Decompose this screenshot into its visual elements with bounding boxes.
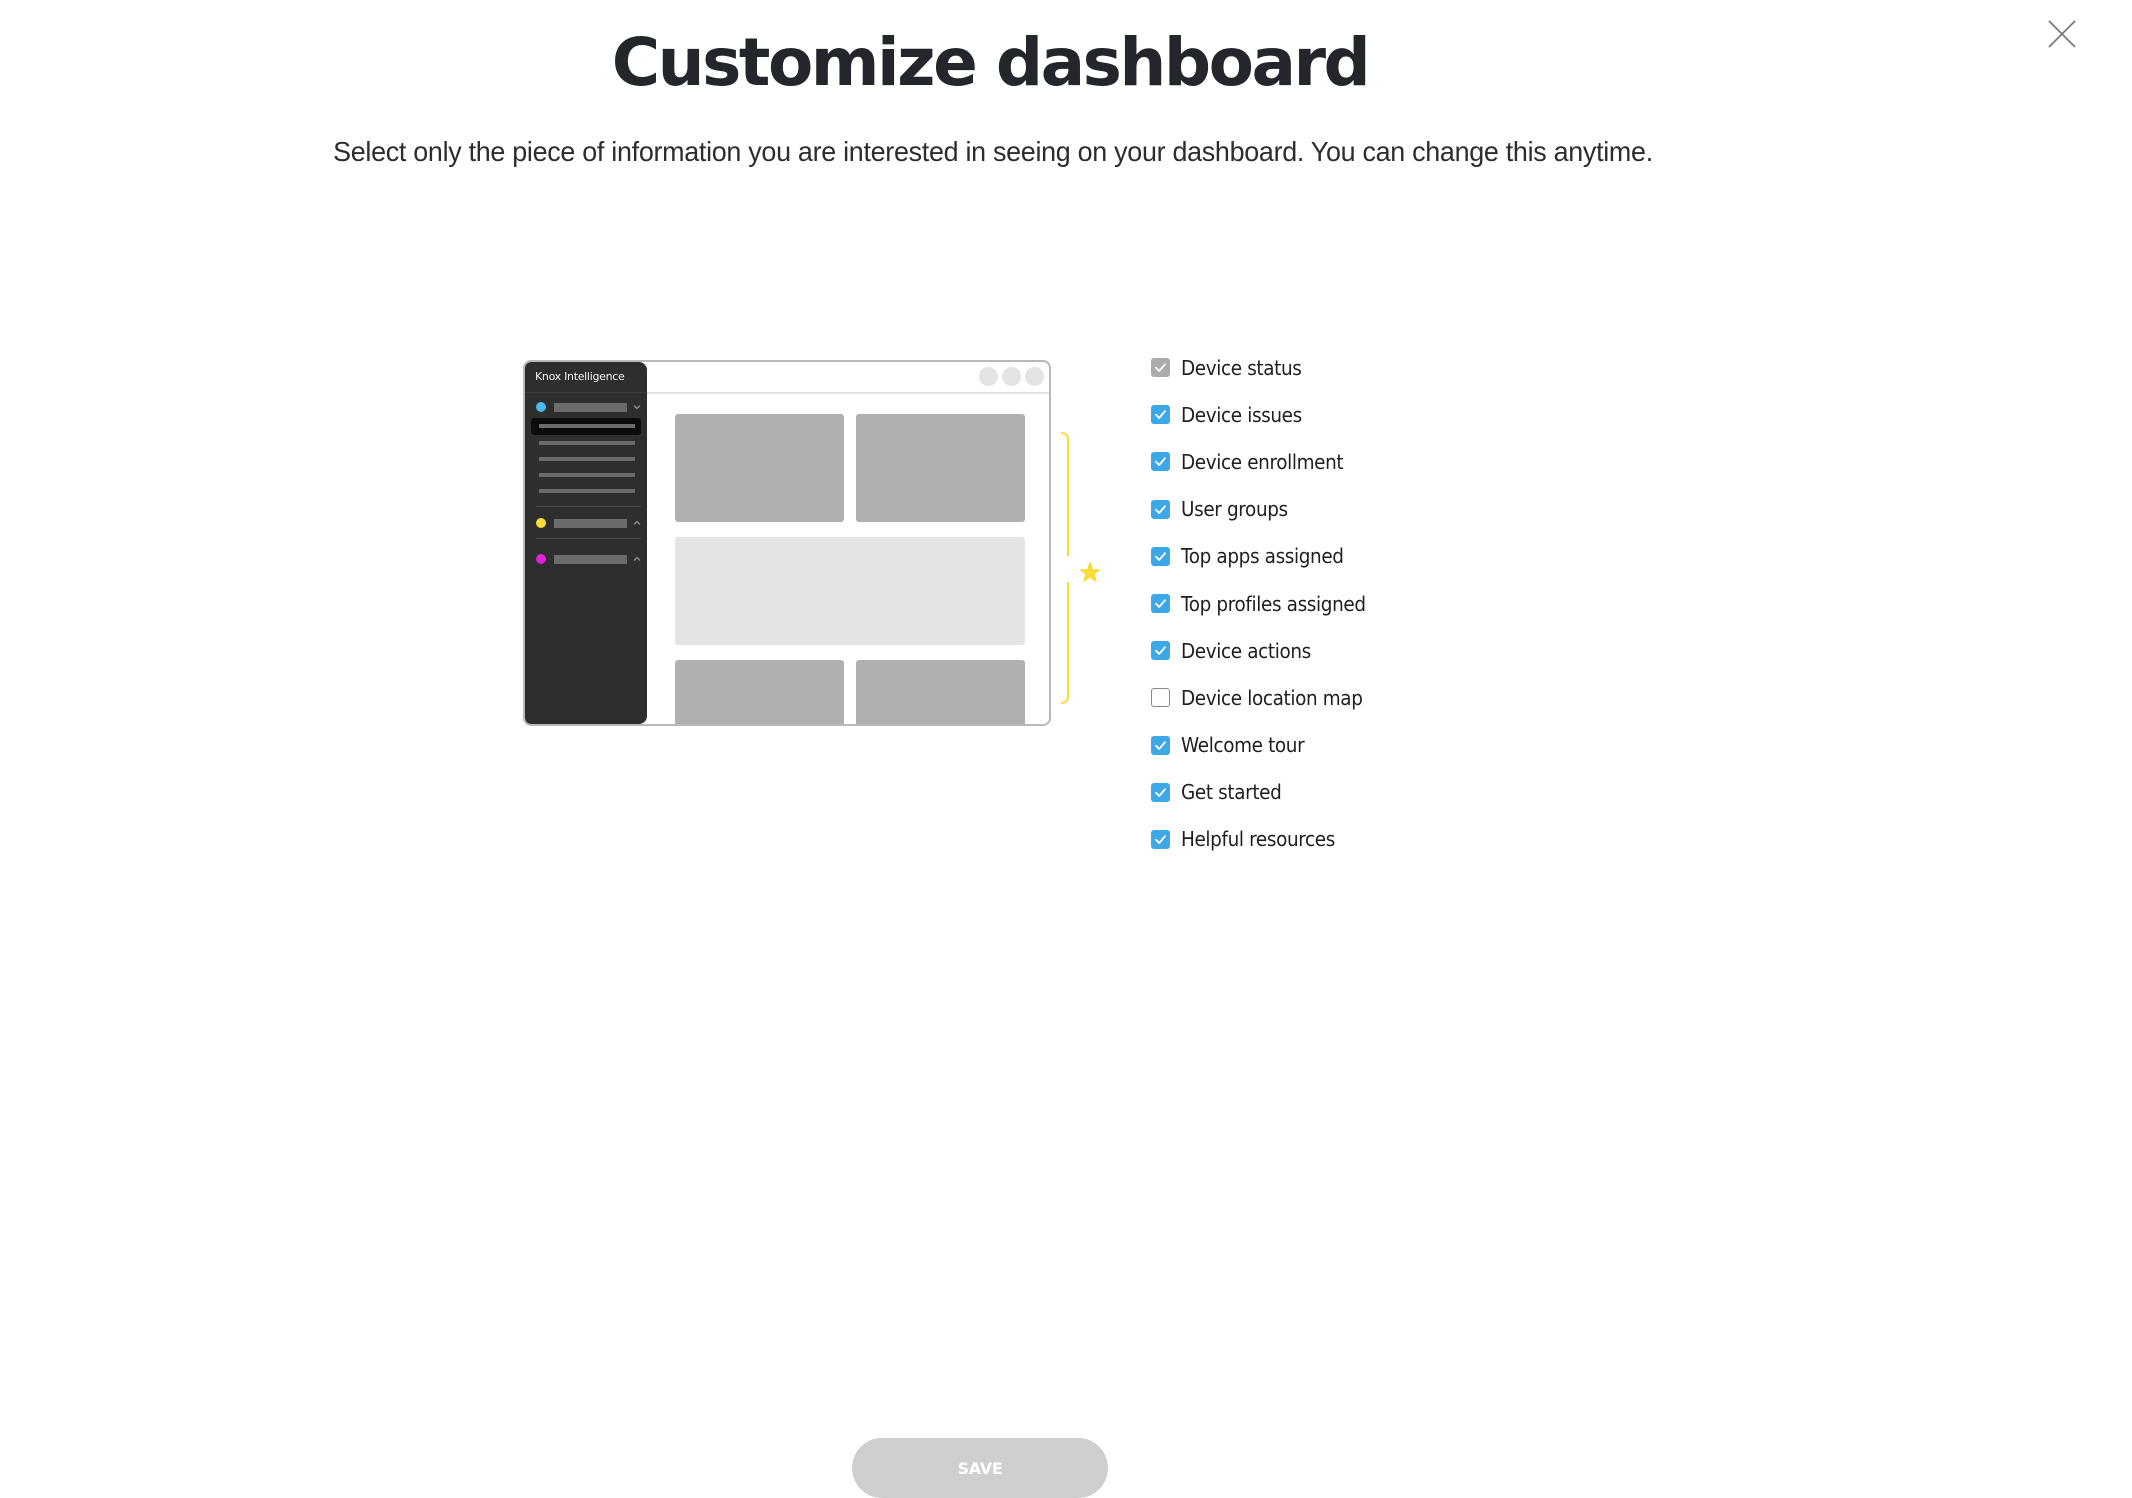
sidebar-divider bbox=[525, 392, 647, 393]
option-helpful-resources[interactable]: Helpful resources bbox=[1151, 816, 1382, 863]
option-label: Device status bbox=[1181, 355, 1302, 380]
sidebar-bar bbox=[554, 519, 627, 528]
chevron-up-icon bbox=[633, 556, 641, 561]
close-button[interactable] bbox=[2046, 18, 2078, 50]
checkbox[interactable] bbox=[1151, 452, 1170, 472]
dashboard-illustration: Knox Intelligence bbox=[523, 360, 1101, 726]
checkmark-icon bbox=[1155, 646, 1166, 656]
checkmark-icon bbox=[1155, 835, 1166, 844]
checkmark-icon bbox=[1155, 363, 1166, 372]
window-control-dot bbox=[1002, 367, 1021, 386]
save-button[interactable]: SAVE bbox=[852, 1438, 1108, 1498]
option-device-status: Device status bbox=[1151, 344, 1382, 391]
option-label: Top profiles assigned bbox=[1181, 591, 1366, 616]
checkmark-icon bbox=[1155, 504, 1166, 514]
sidebar-divider bbox=[536, 538, 641, 539]
checkbox[interactable] bbox=[1151, 641, 1170, 661]
sidebar-dot-blue bbox=[536, 402, 546, 412]
checkbox[interactable] bbox=[1151, 735, 1170, 755]
checkbox[interactable] bbox=[1151, 546, 1170, 566]
option-user-groups[interactable]: User groups bbox=[1151, 486, 1382, 533]
option-label: Get started bbox=[1181, 780, 1282, 805]
checkbox[interactable] bbox=[1151, 405, 1170, 425]
illustration-window: Knox Intelligence bbox=[523, 360, 1051, 726]
sidebar-line bbox=[539, 424, 635, 428]
sidebar-bar bbox=[554, 555, 627, 564]
checkmark-icon bbox=[1155, 552, 1166, 561]
widget-options-list: Device status Device issues Device enrollm… bbox=[1151, 344, 1382, 863]
sidebar-line bbox=[539, 457, 635, 461]
option-label: Device enrollment bbox=[1181, 449, 1344, 474]
option-label: Helpful resources bbox=[1181, 827, 1335, 852]
option-device-enrollment[interactable]: Device enrollment bbox=[1151, 438, 1382, 485]
illustration-card bbox=[675, 414, 844, 522]
checkbox[interactable] bbox=[1151, 688, 1170, 708]
chevron-down-icon bbox=[633, 405, 641, 410]
window-control-dot bbox=[979, 367, 998, 386]
option-device-actions[interactable]: Device actions bbox=[1151, 627, 1382, 674]
option-welcome-tour[interactable]: Welcome tour bbox=[1151, 722, 1382, 769]
sidebar-line bbox=[539, 473, 635, 477]
illustration-card bbox=[856, 660, 1025, 724]
checkbox[interactable] bbox=[1151, 829, 1170, 849]
checkmark-icon bbox=[1155, 788, 1166, 797]
checkbox[interactable] bbox=[1151, 594, 1170, 614]
checkmark-icon bbox=[1155, 410, 1166, 420]
option-label: Device issues bbox=[1181, 402, 1302, 427]
option-get-started[interactable]: Get started bbox=[1151, 769, 1382, 816]
option-device-issues[interactable]: Device issues bbox=[1151, 391, 1382, 438]
chevron-up-icon bbox=[633, 520, 641, 525]
star-icon bbox=[1079, 561, 1101, 583]
checkmark-icon bbox=[1155, 599, 1166, 608]
sidebar-divider bbox=[536, 506, 641, 507]
illustration-app-name: Knox Intelligence bbox=[535, 370, 625, 383]
illustration-card bbox=[856, 414, 1025, 522]
option-label: Device location map bbox=[1181, 685, 1363, 710]
checkbox[interactable] bbox=[1151, 782, 1170, 802]
option-label: Welcome tour bbox=[1181, 733, 1305, 758]
sidebar-line bbox=[539, 489, 635, 493]
checkmark-icon bbox=[1155, 740, 1166, 750]
option-label: Top apps assigned bbox=[1181, 544, 1344, 569]
option-device-location-map[interactable]: Device location map bbox=[1151, 674, 1382, 721]
option-top-apps-assigned[interactable]: Top apps assigned bbox=[1151, 533, 1382, 580]
sidebar-dot-yellow bbox=[536, 518, 546, 528]
checkmark-icon bbox=[1155, 457, 1166, 467]
close-icon bbox=[2048, 20, 2076, 48]
illustration-card bbox=[675, 660, 844, 724]
sidebar-line bbox=[539, 441, 635, 445]
illustration-sidebar: Knox Intelligence bbox=[525, 362, 647, 724]
illustration-card-wide bbox=[675, 537, 1025, 645]
sidebar-bar bbox=[554, 403, 627, 412]
option-top-profiles-assigned[interactable]: Top profiles assigned bbox=[1151, 580, 1382, 627]
option-label: Device actions bbox=[1181, 638, 1311, 663]
checkbox bbox=[1151, 358, 1170, 378]
window-control-dot bbox=[1025, 367, 1044, 386]
dialog-title: Customize dashboard bbox=[611, 24, 1371, 101]
option-label: User groups bbox=[1181, 497, 1288, 522]
illustration-header-divider bbox=[647, 392, 1049, 394]
sidebar-dot-magenta bbox=[536, 554, 546, 564]
dialog-subtitle: Select only the piece of information you… bbox=[333, 136, 1653, 167]
checkbox[interactable] bbox=[1151, 499, 1170, 519]
bracket-line bbox=[1060, 432, 1069, 704]
